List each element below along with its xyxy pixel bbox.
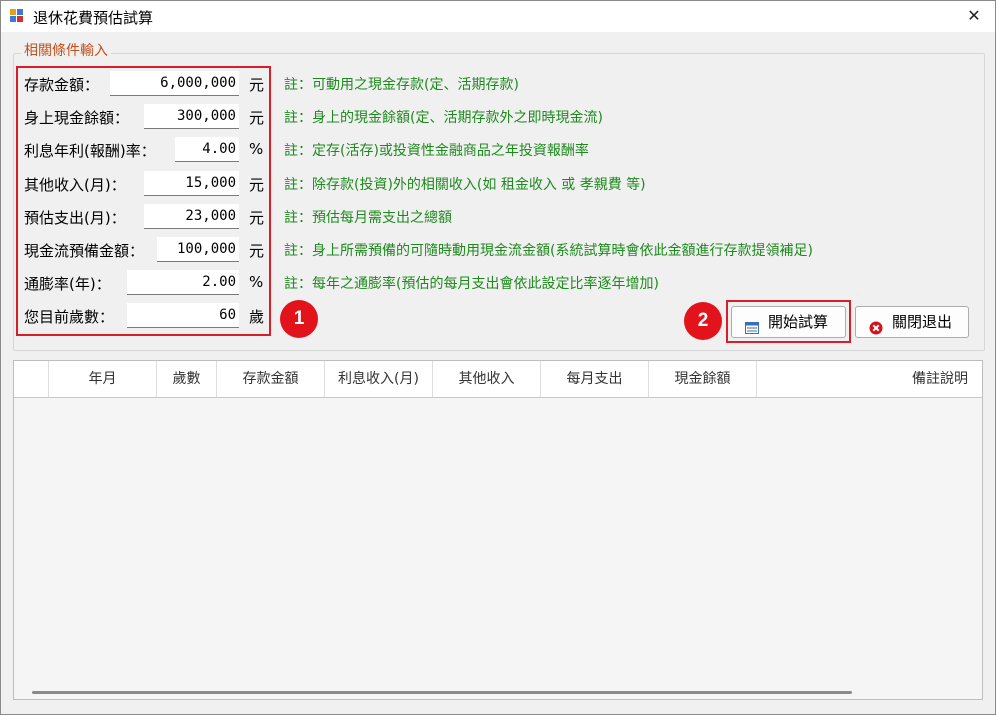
cash-balance-note: 註：身上的現金餘額(定、活期存款外之即時現金流) [284, 110, 603, 126]
other-income-label: 其他收入(月)： [24, 176, 126, 194]
inflation-rate-unit: % [249, 273, 264, 291]
other-income-unit: 元 [249, 176, 265, 194]
column-header-other-income[interactable]: 其他收入 [433, 361, 541, 397]
close-exit-button[interactable]: 關閉退出 [855, 306, 969, 338]
interest-rate-input[interactable]: 4.00 [175, 137, 239, 162]
cash-reserve-label: 現金流預備金額： [24, 242, 145, 260]
inflation-rate-input[interactable]: 2.00 [127, 270, 239, 295]
deposit-amount-label: 存款金額： [24, 76, 100, 94]
inflation-rate-note: 註：每年之通膨率(預估的每月支出會依此設定比率逐年增加) [284, 276, 659, 292]
start-calculation-label: 開始試算 [768, 313, 829, 331]
title-bar: 退休花費預估試算 ✕ [1, 1, 995, 32]
group-title: 相關條件輸入 [21, 40, 111, 60]
column-header-deposit[interactable]: 存款金額 [217, 361, 325, 397]
interest-rate-label: 利息年利(報酬)率： [24, 142, 156, 160]
current-age-label: 您目前歲數： [24, 308, 115, 326]
monthly-expense-note: 註：預估每月需支出之總額 [284, 210, 452, 226]
horizontal-scrollbar[interactable] [32, 691, 852, 694]
monthly-expense-unit: 元 [249, 209, 265, 227]
column-header-age[interactable]: 歲數 [157, 361, 217, 397]
table-icon [745, 315, 759, 334]
deposit-amount-input[interactable]: 6,000,000 [110, 71, 239, 96]
monthly-expense-input[interactable]: 23,000 [144, 204, 239, 229]
results-grid[interactable]: 年月 歲數 存款金額 利息收入(月) 其他收入 每月支出 現金餘額 備註說明 [13, 360, 983, 700]
cash-reserve-note: 註：身上所需預備的可隨時動用現金流金額(系統試算時會依此金額進行存款提領補足) [284, 243, 813, 259]
deposit-amount-note: 註：可動用之現金存款(定、活期存款) [284, 77, 519, 93]
column-header-year-month[interactable]: 年月 [49, 361, 157, 397]
column-header-cash-balance[interactable]: 現金餘額 [649, 361, 757, 397]
window-title: 退休花費預估試算 [33, 9, 154, 27]
interest-rate-note: 註：定存(活存)或投資性金融商品之年投資報酬率 [284, 143, 589, 159]
column-header-monthly-expense[interactable]: 每月支出 [541, 361, 649, 397]
annotation-badge-1: 1 [280, 300, 318, 338]
other-income-note: 註：除存款(投資)外的相關收入(如 租金收入 或 孝親費 等) [284, 177, 646, 193]
current-age-unit: 歲 [249, 308, 265, 326]
inflation-rate-label: 通膨率(年)： [24, 275, 111, 293]
close-window-button[interactable]: ✕ [961, 3, 987, 29]
grid-header: 年月 歲數 存款金額 利息收入(月) 其他收入 每月支出 現金餘額 備註說明 [14, 361, 982, 398]
row-header-corner[interactable] [14, 361, 49, 397]
current-age-input[interactable]: 60 [127, 303, 239, 328]
cash-balance-unit: 元 [249, 109, 265, 127]
cash-balance-input[interactable]: 300,000 [144, 104, 239, 129]
column-header-interest[interactable]: 利息收入(月) [325, 361, 433, 397]
annotation-badge-2: 2 [684, 302, 722, 340]
deposit-amount-unit: 元 [249, 76, 265, 94]
monthly-expense-label: 預估支出(月)： [24, 209, 126, 227]
app-icon [10, 9, 24, 23]
close-exit-label: 關閉退出 [892, 313, 953, 331]
cash-reserve-input[interactable]: 100,000 [157, 237, 239, 262]
close-circle-icon [869, 315, 883, 335]
cash-reserve-unit: 元 [249, 242, 265, 260]
start-calculation-button[interactable]: 開始試算 [731, 306, 846, 338]
column-header-remarks[interactable]: 備註說明 [757, 361, 982, 397]
other-income-input[interactable]: 15,000 [144, 171, 239, 196]
cash-balance-label: 身上現金餘額： [24, 109, 130, 127]
interest-rate-unit: % [249, 140, 264, 158]
